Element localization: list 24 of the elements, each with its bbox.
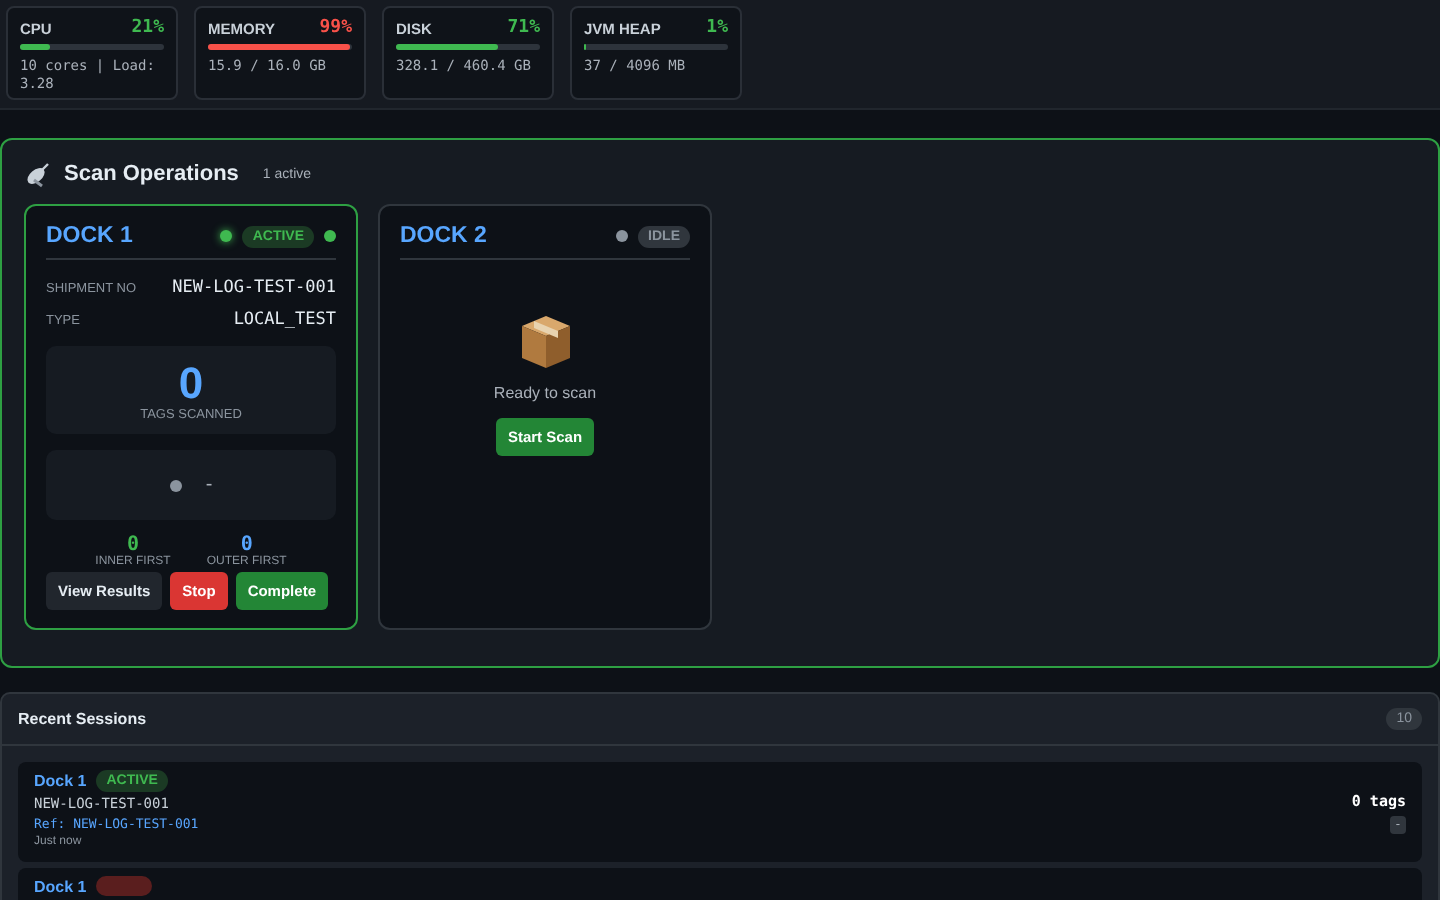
package-icon (517, 312, 573, 372)
dock-name: DOCK 2 (400, 224, 487, 248)
field-value: NEW-LOG-TEST-001 (172, 278, 336, 298)
session-card[interactable]: Dock 1 (18, 868, 1422, 900)
metric-value: 71% (507, 18, 540, 38)
metric-value: 21% (131, 18, 164, 38)
session-dock: Dock 1 (34, 877, 87, 895)
idle-message: Ready to scan (493, 384, 597, 402)
tag-count: 0 (178, 359, 204, 408)
tag-status-dot (169, 479, 182, 492)
stat-value: 0 (240, 534, 253, 556)
metric-value: 1% (706, 18, 728, 38)
session-dock: Dock 1 (34, 772, 87, 790)
status-dot (616, 230, 629, 242)
status-dot (220, 230, 233, 242)
field-value: LOCAL_TEST (233, 310, 336, 330)
section-title: Recent Sessions (18, 710, 147, 728)
last-tag: - (205, 474, 213, 497)
section-title: Scan Operations (64, 162, 239, 186)
stat-value: 0 (126, 534, 139, 556)
satellite-dish-icon (24, 160, 52, 188)
metric-value: 99% (319, 18, 352, 38)
live-dot (324, 230, 336, 242)
dock-name: DOCK 1 (46, 224, 133, 248)
